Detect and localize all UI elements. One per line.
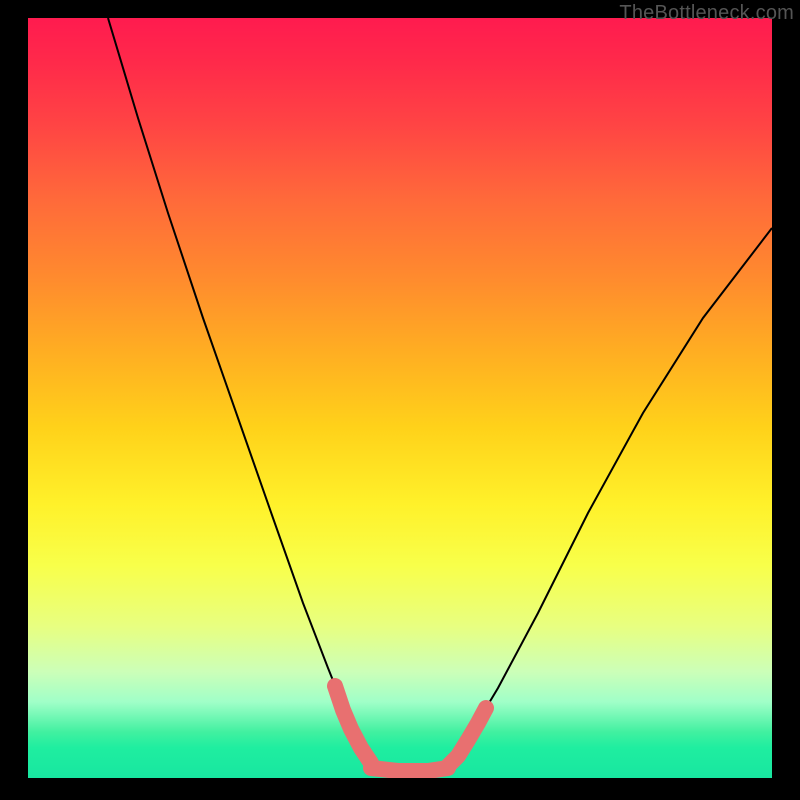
- chart-frame: [28, 18, 772, 778]
- right-curve: [443, 228, 772, 768]
- highlight-right: [448, 708, 486, 766]
- watermark-text: TheBottleneck.com: [619, 2, 794, 25]
- left-curve: [108, 18, 378, 768]
- highlight-left: [335, 686, 371, 763]
- highlight-bottom: [371, 768, 448, 771]
- bottleneck-chart: [28, 18, 772, 778]
